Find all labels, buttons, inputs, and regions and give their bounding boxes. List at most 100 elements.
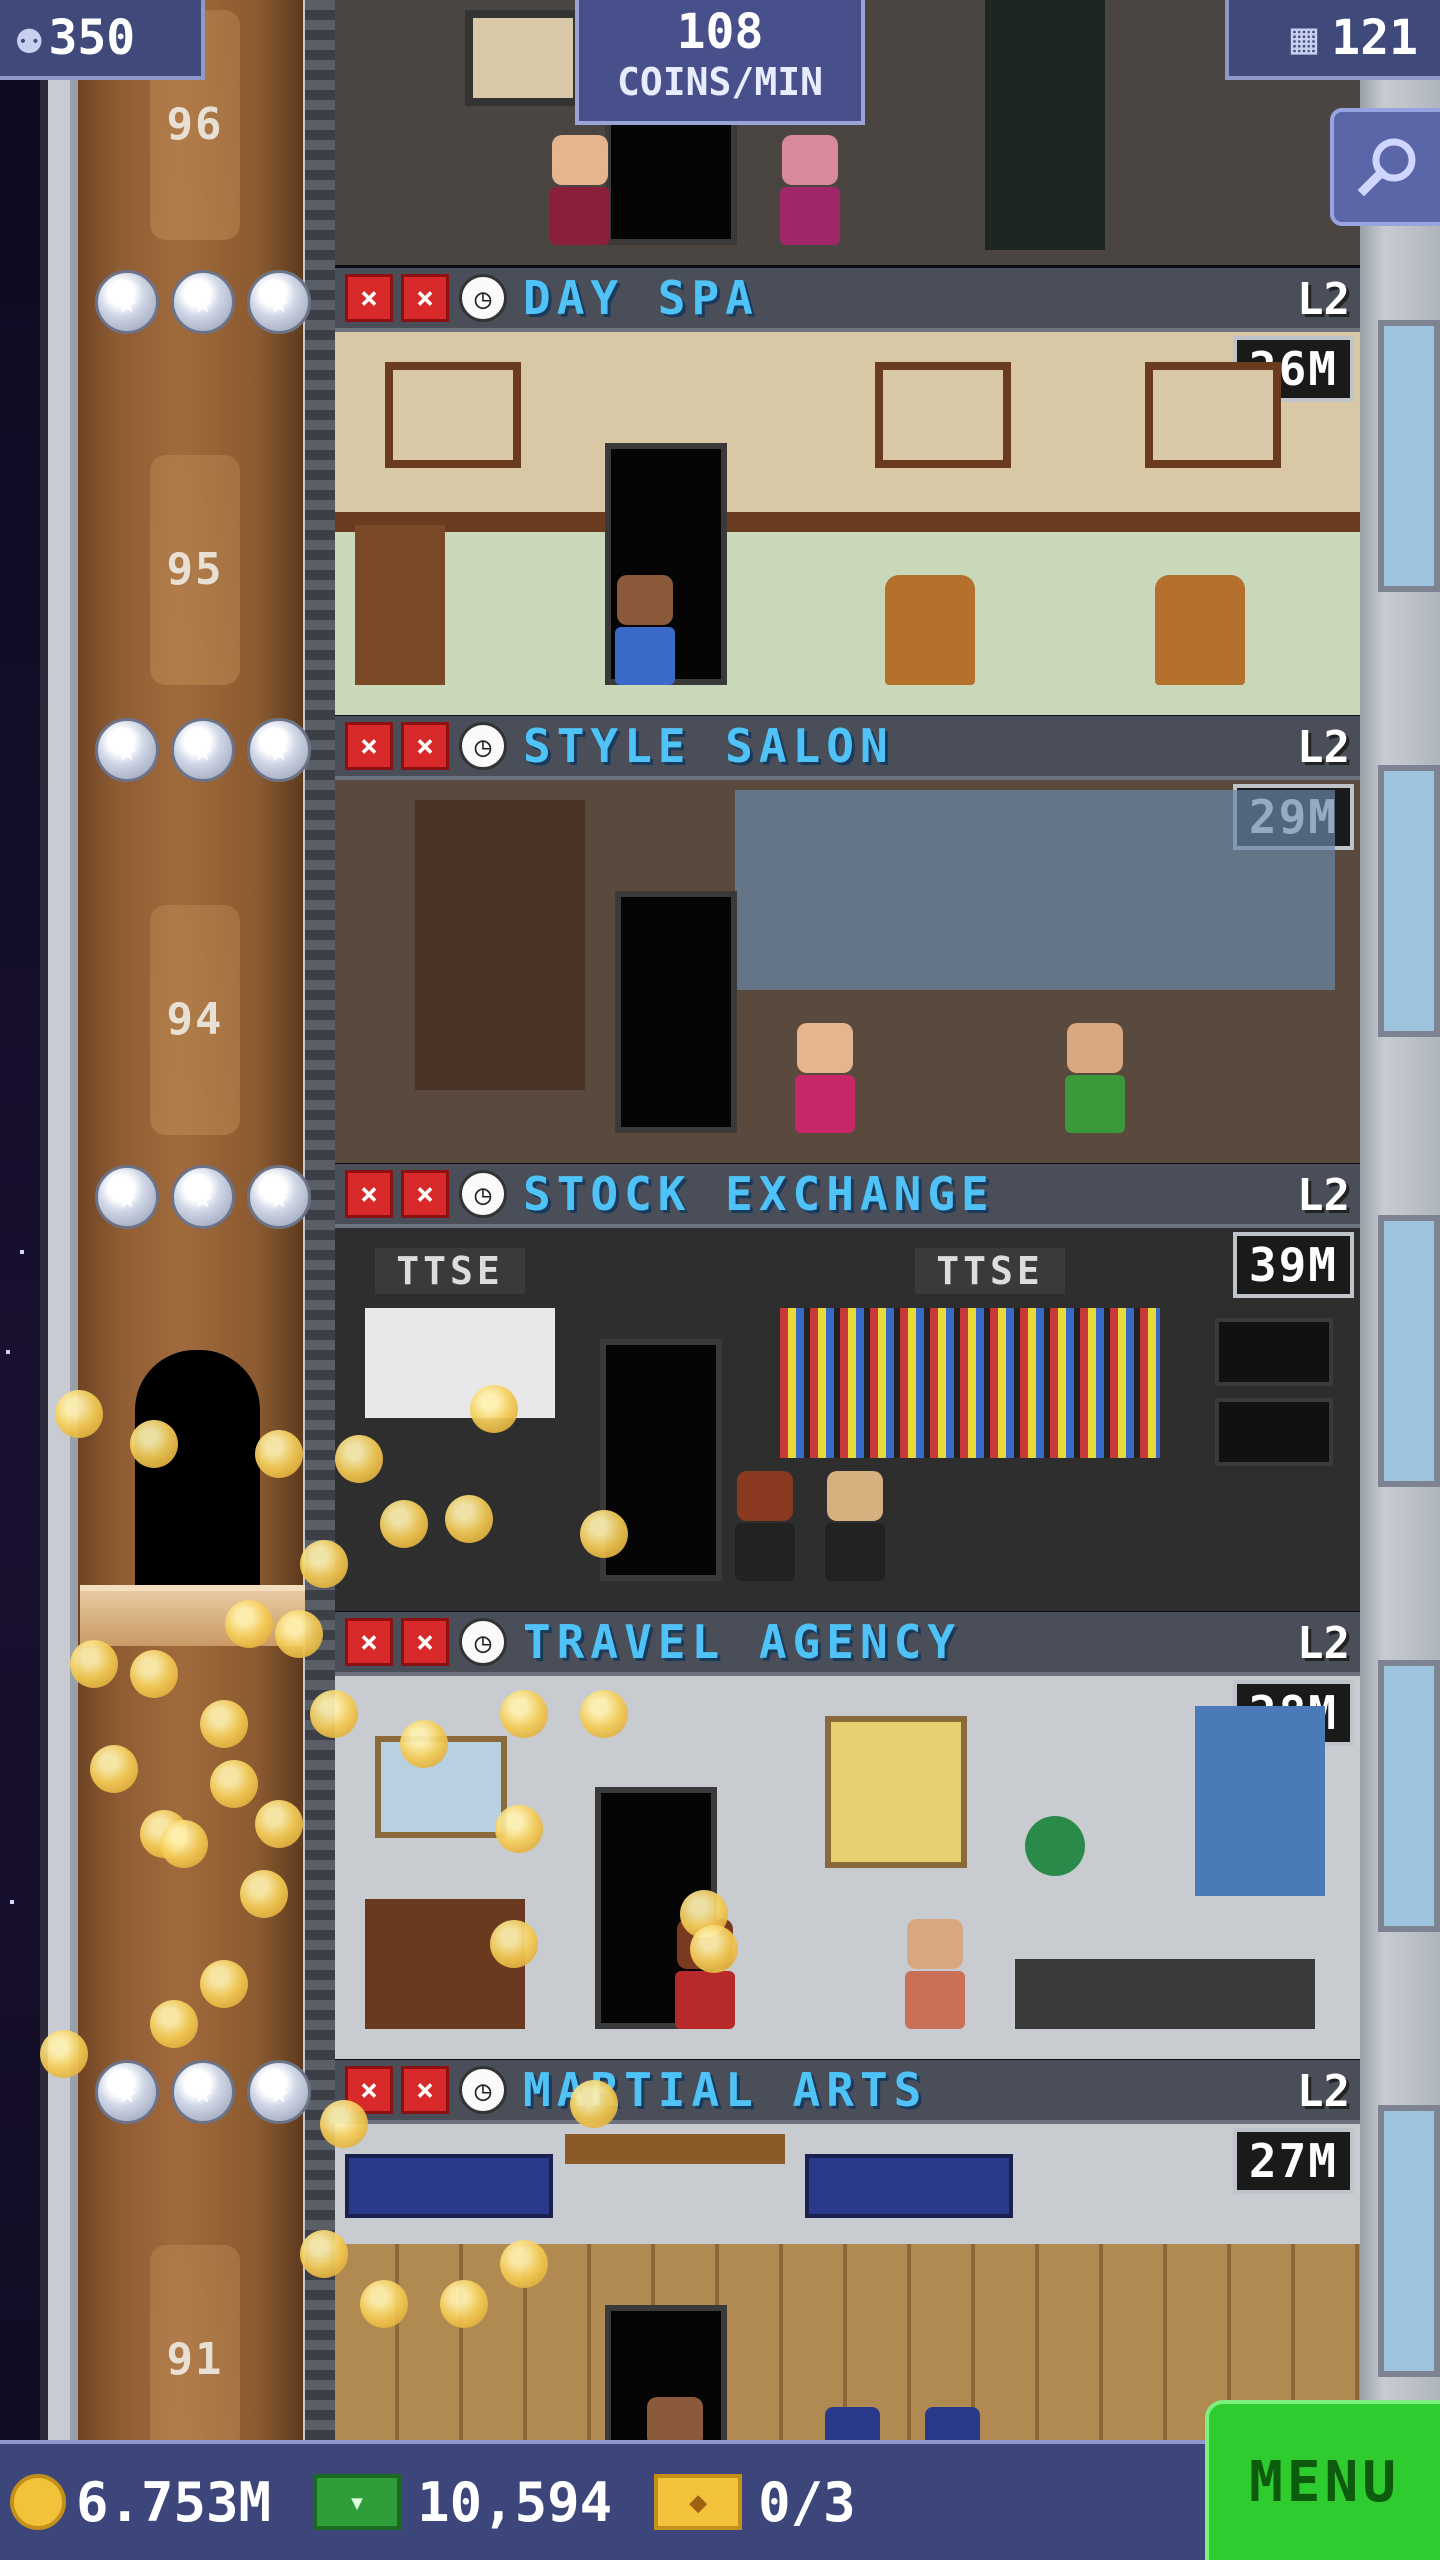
coin-particle (55, 1390, 103, 1438)
bux-icon: ▾ (313, 2474, 402, 2530)
star-icon: ★ (95, 718, 159, 782)
resident[interactable] (550, 135, 610, 245)
resident-head (737, 1471, 793, 1521)
star-icon: ★ (171, 2060, 235, 2124)
floor-name: STOCK EXCHANGE (523, 1167, 995, 1221)
wall-frame (385, 362, 521, 468)
resident-head (907, 1919, 963, 1969)
resident-head (552, 135, 608, 185)
stock-chart-board (365, 1308, 555, 1418)
coin-particle (570, 2080, 618, 2128)
coin-particle (200, 1960, 248, 2008)
star-icon: ★ (247, 718, 311, 782)
star-decoration (10, 1900, 14, 1904)
coins-per-min-label: COINS/MIN (617, 60, 823, 104)
building-icon: ▦ (1290, 12, 1318, 64)
coin-particle (210, 1760, 258, 1808)
population-counter[interactable]: ⚉ 350 (0, 0, 205, 80)
coin-particle (200, 1700, 248, 1748)
star-rating: ★ ★ ★ (95, 2060, 311, 2130)
clock-icon: ◷ (459, 1170, 507, 1218)
resident-body (675, 1971, 735, 2029)
resident[interactable] (645, 2397, 705, 2440)
star-icon: ★ (171, 270, 235, 334)
desk (1015, 1959, 1315, 2029)
floor-martial-arts[interactable]: × × ◷ MARTIAL ARTS L2 27M (335, 2060, 1360, 2440)
coins-per-min-value: 108 (676, 4, 764, 60)
resident-head (827, 1471, 883, 1521)
x-icon: × (345, 722, 393, 770)
globe (1025, 1816, 1085, 1876)
floor-level: L2 (1297, 1170, 1350, 1221)
dojo-banner (805, 2154, 1013, 2218)
floor-door (615, 891, 737, 1133)
room-interior (335, 332, 1360, 715)
floor-header: × × ◷ MARTIAL ARTS L2 (335, 2060, 1360, 2124)
floor-number-label: 94 (150, 905, 240, 1135)
floor-counter[interactable]: ▦ 121 (1225, 0, 1440, 80)
coin-particle (160, 1820, 208, 1868)
resident[interactable] (795, 1023, 855, 1133)
clock-icon: ◷ (459, 1618, 507, 1666)
bookshelf (415, 800, 585, 1090)
tickets-value: 0/3 (758, 2470, 856, 2534)
monitor (1215, 1398, 1333, 1466)
coin-particle (445, 1495, 493, 1543)
floor-travel-agency[interactable]: × × ◷ TRAVEL AGENCY L2 28M (335, 1612, 1360, 2059)
resident-body (735, 1523, 795, 1581)
resident-body (1065, 1075, 1125, 1133)
menu-button[interactable]: MENU (1205, 2400, 1440, 2560)
floor-level: L2 (1297, 722, 1350, 773)
floor-name: STYLE SALON (523, 719, 894, 773)
dojo-banner (345, 2154, 553, 2218)
torii-gate (565, 2134, 785, 2164)
zoom-button[interactable] (1330, 108, 1440, 226)
wall-frame (1145, 362, 1281, 468)
coin-particle (500, 1690, 548, 1738)
floor-number-label: 95 (150, 455, 240, 685)
floor-count-value: 121 (1331, 10, 1418, 66)
coin-particle (400, 1720, 448, 1768)
coins-value: 6.753M (76, 2470, 272, 2534)
resident[interactable] (735, 1471, 795, 1581)
spa-chair (1155, 575, 1245, 685)
coins-per-min-panel[interactable]: 108 COINS/MIN (575, 0, 865, 125)
star-rating: ★ ★ ★ (95, 270, 311, 340)
x-icon: × (401, 722, 449, 770)
floor-day-spa[interactable]: × × ◷ DAY SPA L2 26M (335, 268, 1360, 715)
resident[interactable] (825, 1471, 885, 1581)
coin-particle (500, 2240, 548, 2288)
punching-bag (825, 2407, 880, 2440)
elevator-car[interactable] (135, 1350, 260, 1590)
resident[interactable] (615, 575, 675, 685)
resident-body (905, 1971, 965, 2029)
coin-particle (150, 2000, 198, 2048)
resident-head (647, 2397, 703, 2440)
coin-particle (240, 1870, 288, 1918)
room-interior (335, 1676, 1360, 2059)
star-icon: ★ (247, 1165, 311, 1229)
resident[interactable] (780, 135, 840, 245)
punching-bag (925, 2407, 980, 2440)
floor-style-salon[interactable]: × × ◷ STYLE SALON L2 29M (335, 716, 1360, 1163)
floor-header: × × ◷ DAY SPA L2 (335, 268, 1360, 332)
room-interior (335, 780, 1360, 1163)
star-decoration (20, 1250, 24, 1254)
population-value: 350 (48, 10, 136, 66)
resident[interactable] (1065, 1023, 1125, 1133)
clock-icon: ◷ (459, 2066, 507, 2114)
resident[interactable] (905, 1919, 965, 2029)
resident-body (780, 187, 840, 245)
building-window (1378, 1215, 1440, 1487)
resident-body (615, 627, 675, 685)
star-icon: ★ (171, 718, 235, 782)
coin-particle (225, 1600, 273, 1648)
coin-particle (275, 1610, 323, 1658)
resident-body (825, 1523, 885, 1581)
coin-particle (495, 1805, 543, 1853)
x-icon: × (345, 1618, 393, 1666)
resident-head (617, 575, 673, 625)
star-icon: ★ (95, 1165, 159, 1229)
star-rating: ★ ★ ★ (95, 718, 311, 788)
building-window (1378, 2105, 1440, 2377)
